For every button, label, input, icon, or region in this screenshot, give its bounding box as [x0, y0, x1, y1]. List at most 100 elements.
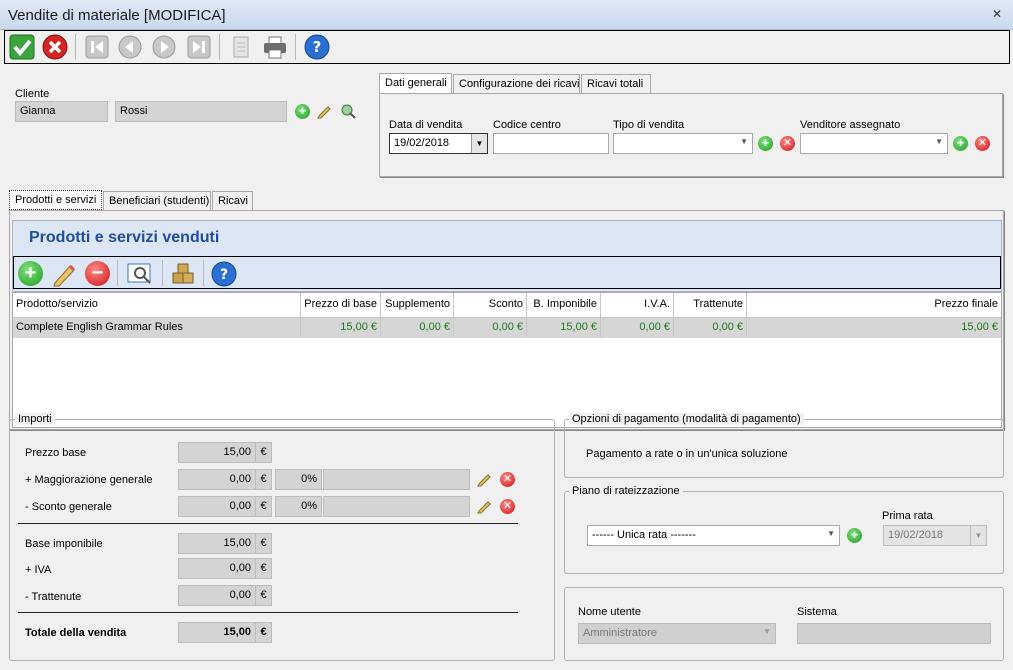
sistema-field [797, 623, 991, 644]
edit-product-icon[interactable] [51, 261, 77, 287]
tab-ricavi[interactable]: Ricavi [212, 191, 253, 211]
nome-utente-value: Amministratore [583, 627, 657, 639]
prezzo-base-label: Prezzo base [25, 447, 87, 459]
chevron-down-icon[interactable]: ▼ [970, 526, 986, 545]
svg-text:?: ? [220, 267, 228, 283]
prima-rata-value: 19/02/2018 [888, 529, 944, 541]
column-header-sconto[interactable]: Sconto [454, 293, 527, 318]
prodotti-heading: Prodotti e servizi venduti [29, 229, 220, 246]
confirm-button[interactable] [8, 33, 36, 61]
search-product-icon[interactable] [126, 261, 154, 287]
boxes-icon[interactable] [169, 260, 197, 288]
chevron-down-icon[interactable]: ▼ [935, 137, 943, 146]
table-cell-iva[interactable]: 0,00 € [601, 318, 674, 338]
add-product-button[interactable]: + [18, 261, 43, 286]
help-button[interactable]: ? [303, 33, 331, 61]
currency-label: € [255, 558, 272, 579]
main-toolbar: ? [4, 30, 1010, 64]
prima-rata-field[interactable]: 19/02/2018 ▼ [883, 525, 987, 546]
tab-beneficiari[interactable]: Beneficiari (studenti) [103, 191, 211, 211]
title-bar: Vendite di materiale [MODIFICA] ✕ [0, 0, 1013, 30]
table-cell-prodotto[interactable]: Complete English Grammar Rules [13, 318, 301, 338]
chevron-down-icon[interactable]: ▼ [827, 529, 835, 538]
column-header-trattenute[interactable]: Trattenute [674, 293, 747, 318]
remove-venditore-icon[interactable]: ✕ [975, 136, 990, 151]
column-header-supplemento[interactable]: Supplemento [381, 293, 454, 318]
previous-record-button[interactable] [116, 33, 144, 61]
column-header-iva[interactable]: I.V.A. [601, 293, 674, 318]
checkmark-icon [9, 34, 35, 60]
tab-dati-generali[interactable]: Dati generali [379, 73, 452, 93]
tipo-vendita-label: Tipo di vendita [613, 119, 685, 131]
column-header-prezzo-finale[interactable]: Prezzo finale [747, 293, 1001, 318]
sconto-note-field [323, 496, 470, 517]
column-header-b-imponibile[interactable]: B. Imponibile [527, 293, 601, 318]
add-client-icon[interactable]: + [295, 104, 310, 119]
table-cell-prezzo-base[interactable]: 15,00 € [301, 318, 381, 338]
edit-client-icon[interactable] [316, 103, 332, 119]
trattenute-label: - Trattenute [25, 591, 82, 603]
chevron-down-icon[interactable]: ▼ [763, 627, 771, 636]
table-cell-trattenute[interactable]: 0,00 € [674, 318, 747, 338]
maggiorazione-percent-field: 0% [275, 469, 322, 490]
currency-label: € [255, 496, 272, 517]
edit-sconto-icon[interactable] [476, 498, 492, 514]
cliente-nome-field[interactable]: Gianna [15, 101, 108, 122]
currency-label: € [255, 622, 272, 643]
tab-configurazione-ricavi[interactable]: Configurazione dei ricavi [453, 74, 580, 94]
print-button[interactable] [261, 33, 289, 61]
last-record-button[interactable] [185, 33, 213, 61]
currency-label: € [255, 442, 272, 463]
column-header-prezzo-base[interactable]: Prezzo di base [301, 293, 381, 318]
tab-prodotti-servizi[interactable]: Prodotti e servizi [9, 190, 102, 210]
add-venditore-icon[interactable]: + [953, 136, 968, 151]
edit-maggiorazione-icon[interactable] [476, 471, 492, 487]
help-icon[interactable]: ? [211, 261, 237, 287]
maggiorazione-field: 0,00 [178, 469, 256, 490]
column-header-prodotto[interactable]: Prodotto/servizio [13, 293, 301, 318]
table-cell-supplemento[interactable]: 0,00 € [381, 318, 454, 338]
totale-field: 15,00 [178, 622, 256, 643]
plus-icon: + [24, 262, 37, 284]
base-imponibile-field: 15,00 [178, 533, 256, 554]
first-icon [85, 35, 109, 59]
chevron-down-icon[interactable]: ▼ [471, 134, 487, 153]
close-icon[interactable]: ✕ [988, 6, 1006, 22]
currency-label: € [255, 533, 272, 554]
document-icon [233, 36, 249, 58]
document-button[interactable] [227, 33, 255, 61]
remove-sconto-icon[interactable]: ✕ [500, 499, 515, 514]
venditore-label: Venditore assegnato [800, 119, 901, 131]
sistema-label: Sistema [797, 606, 837, 618]
add-rateizzazione-icon[interactable]: + [847, 528, 862, 543]
remove-maggiorazione-icon[interactable]: ✕ [500, 472, 515, 487]
search-client-icon[interactable] [340, 103, 356, 119]
codice-centro-field[interactable] [493, 133, 609, 154]
maggiorazione-note-field [323, 469, 470, 490]
window-title: Vendite di materiale [MODIFICA] [8, 7, 226, 24]
currency-label: € [255, 469, 272, 490]
add-tipo-vendita-icon[interactable]: + [758, 136, 773, 151]
nome-utente-label: Nome utente [578, 606, 641, 618]
data-vendita-field[interactable]: 19/02/2018 ▼ [389, 133, 488, 154]
remove-product-button[interactable]: − [85, 261, 110, 286]
table-cell-sconto[interactable]: 0,00 € [454, 318, 527, 338]
chevron-down-icon[interactable]: ▼ [740, 137, 748, 146]
next-record-button[interactable] [150, 33, 178, 61]
venditore-select[interactable]: ▼ [800, 133, 948, 154]
table-cell-b-imponibile[interactable]: 15,00 € [527, 318, 601, 338]
tab-ricavi-totali[interactable]: Ricavi totali [581, 74, 651, 94]
cliente-cognome-field[interactable]: Rossi [115, 101, 287, 122]
cancel-icon [42, 34, 68, 60]
nome-utente-select[interactable]: Amministratore ▼ [578, 623, 776, 644]
rateizzazione-select[interactable]: ------ Unica rata ------- ▼ [587, 525, 840, 546]
prodotti-table: Prodotto/servizio Prezzo di base Supplem… [12, 292, 1002, 428]
minus-icon: − [91, 262, 104, 284]
base-imponibile-label: Base imponibile [25, 538, 103, 550]
cancel-button[interactable] [41, 33, 69, 61]
tipo-vendita-select[interactable]: ▼ [613, 133, 753, 154]
prezzo-base-field: 15,00 [178, 442, 256, 463]
remove-tipo-vendita-icon[interactable]: ✕ [780, 136, 795, 151]
table-cell-prezzo-finale[interactable]: 15,00 € [747, 318, 1001, 338]
first-record-button[interactable] [83, 33, 111, 61]
